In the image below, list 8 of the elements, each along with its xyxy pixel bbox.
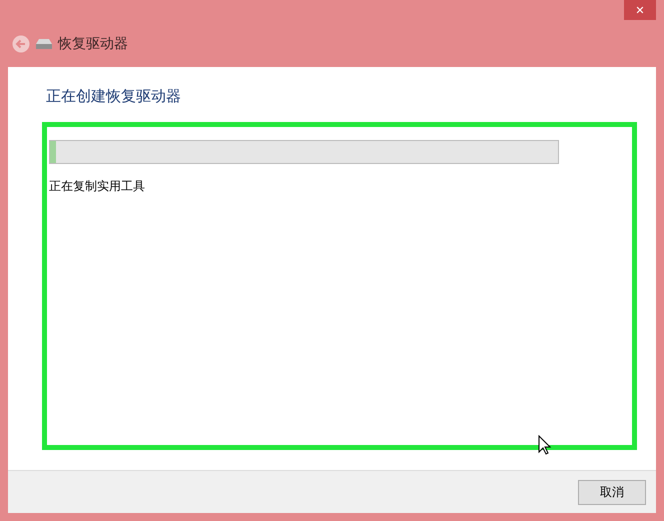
- drive-icon: [36, 38, 52, 48]
- back-icon[interactable]: [12, 34, 30, 52]
- cursor-icon: [538, 435, 551, 455]
- cancel-button[interactable]: 取消: [578, 480, 646, 504]
- status-text: 正在复制实用工具: [49, 178, 146, 195]
- page-heading: 正在创建恢复驱动器: [46, 87, 182, 106]
- close-button[interactable]: ✕: [624, 0, 656, 20]
- window-title: 恢复驱动器: [58, 34, 128, 52]
